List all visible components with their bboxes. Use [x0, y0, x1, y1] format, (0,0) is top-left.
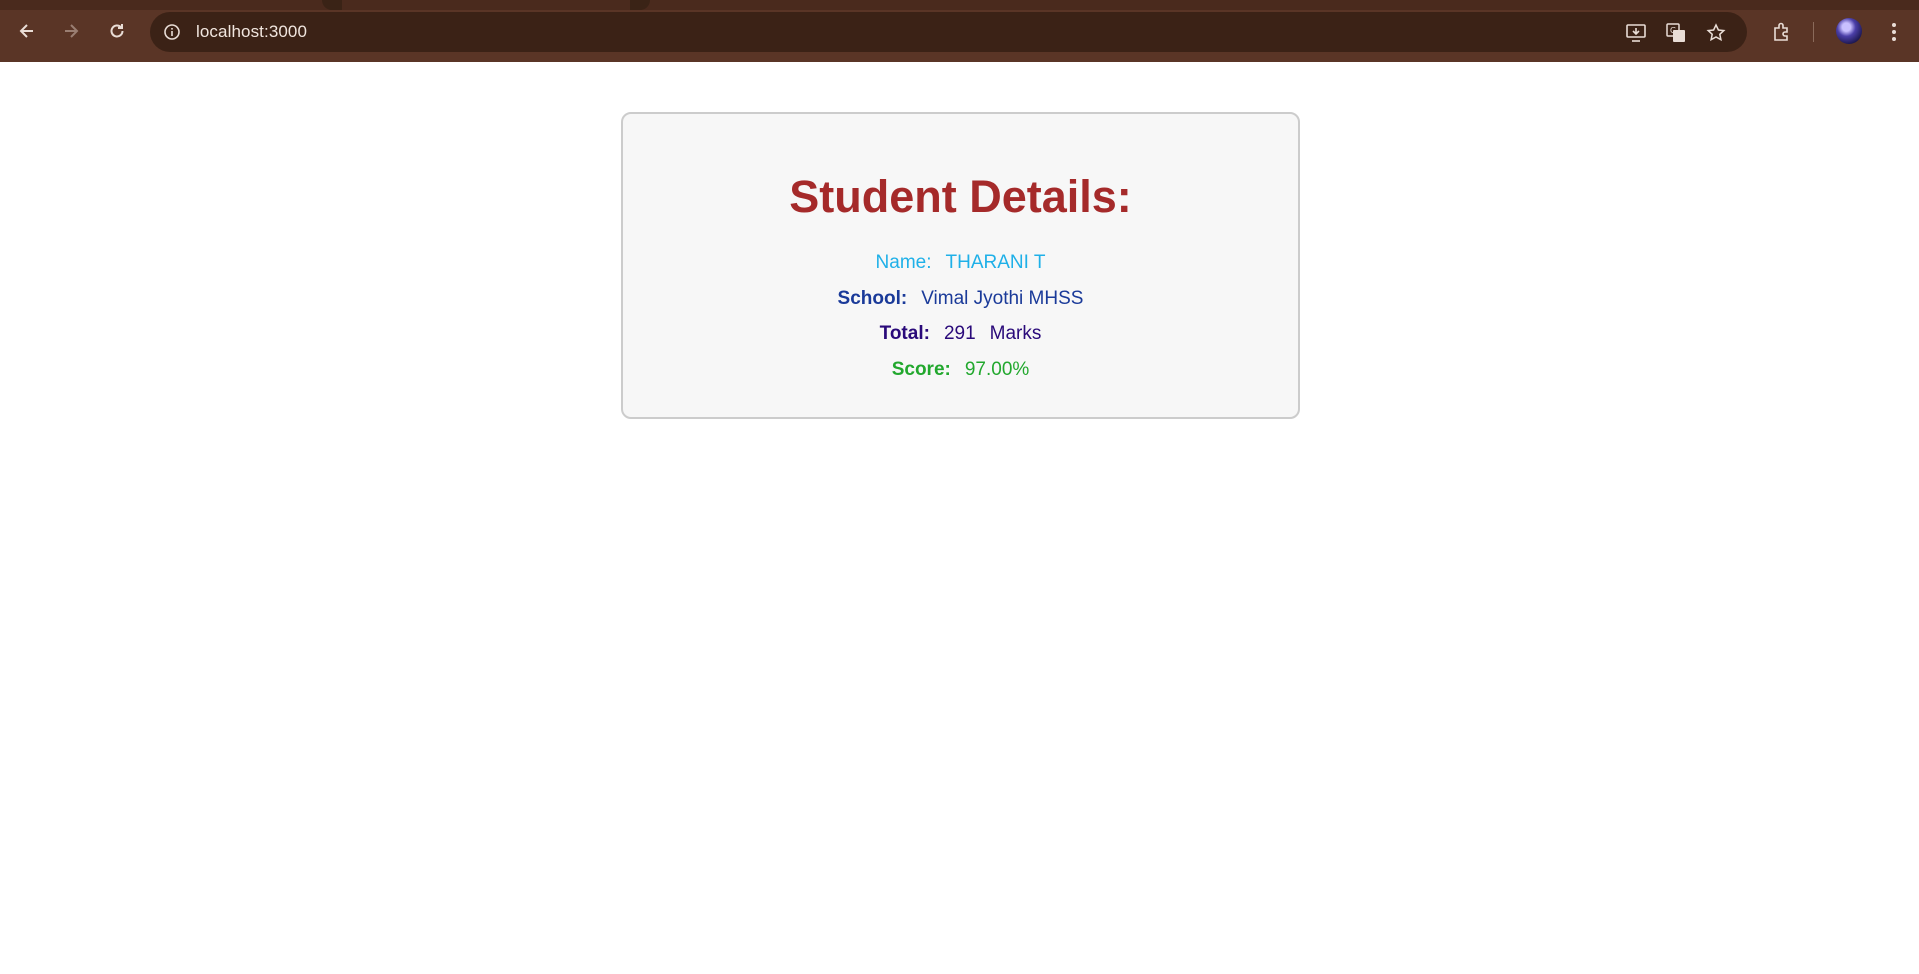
site-info-button[interactable]: [158, 18, 186, 46]
bookmark-star-icon: [1706, 23, 1726, 42]
school-value: Vimal Jyothi MHSS: [921, 288, 1084, 309]
address-bar[interactable]: localhost:3000 G: [150, 12, 1747, 52]
score-label: Score:: [891, 359, 951, 380]
bookmark-button[interactable]: [1703, 20, 1729, 46]
translate-button[interactable]: G: [1663, 20, 1689, 46]
toolbar-divider: [1813, 22, 1814, 42]
total-value: 291: [943, 323, 976, 344]
profile-avatar[interactable]: [1836, 18, 1862, 44]
url-text[interactable]: localhost:3000: [196, 22, 307, 42]
svg-text:G: G: [1670, 26, 1676, 35]
site-info-icon: [164, 24, 180, 40]
name-value: THARANI T: [945, 252, 1046, 273]
card-title: Student Details:: [789, 171, 1132, 222]
student-details-card: Student Details: Name: THARANI T School: V…: [621, 112, 1300, 419]
total-unit: Marks: [989, 323, 1042, 344]
tab-strip: [0, 0, 1919, 10]
name-row: Name: THARANI T: [623, 252, 1298, 274]
translate-icon: G: [1666, 23, 1685, 42]
school-row: School: Vimal Jyothi MHSS: [623, 288, 1298, 310]
menu-button[interactable]: [1880, 18, 1908, 46]
score-value: 97.00%: [964, 359, 1030, 380]
back-button[interactable]: [12, 16, 42, 46]
forward-icon: [65, 24, 79, 38]
total-row: Total: 291 Marks: [623, 323, 1298, 345]
school-label: School:: [837, 288, 908, 309]
reload-icon: [110, 24, 124, 38]
back-icon: [19, 24, 33, 38]
name-label: Name:: [875, 252, 932, 273]
forward-button[interactable]: [56, 16, 86, 46]
menu-icon: [1892, 23, 1896, 41]
extensions-button[interactable]: [1768, 18, 1796, 46]
install-app-button[interactable]: [1623, 20, 1649, 46]
score-row: Score: 97.00%: [623, 359, 1298, 381]
install-app-icon: [1626, 24, 1646, 42]
extensions-icon: [1774, 22, 1788, 41]
browser-toolbar: localhost:3000 G: [0, 0, 1919, 62]
reload-button[interactable]: [102, 16, 132, 46]
total-label: Total:: [879, 323, 930, 344]
